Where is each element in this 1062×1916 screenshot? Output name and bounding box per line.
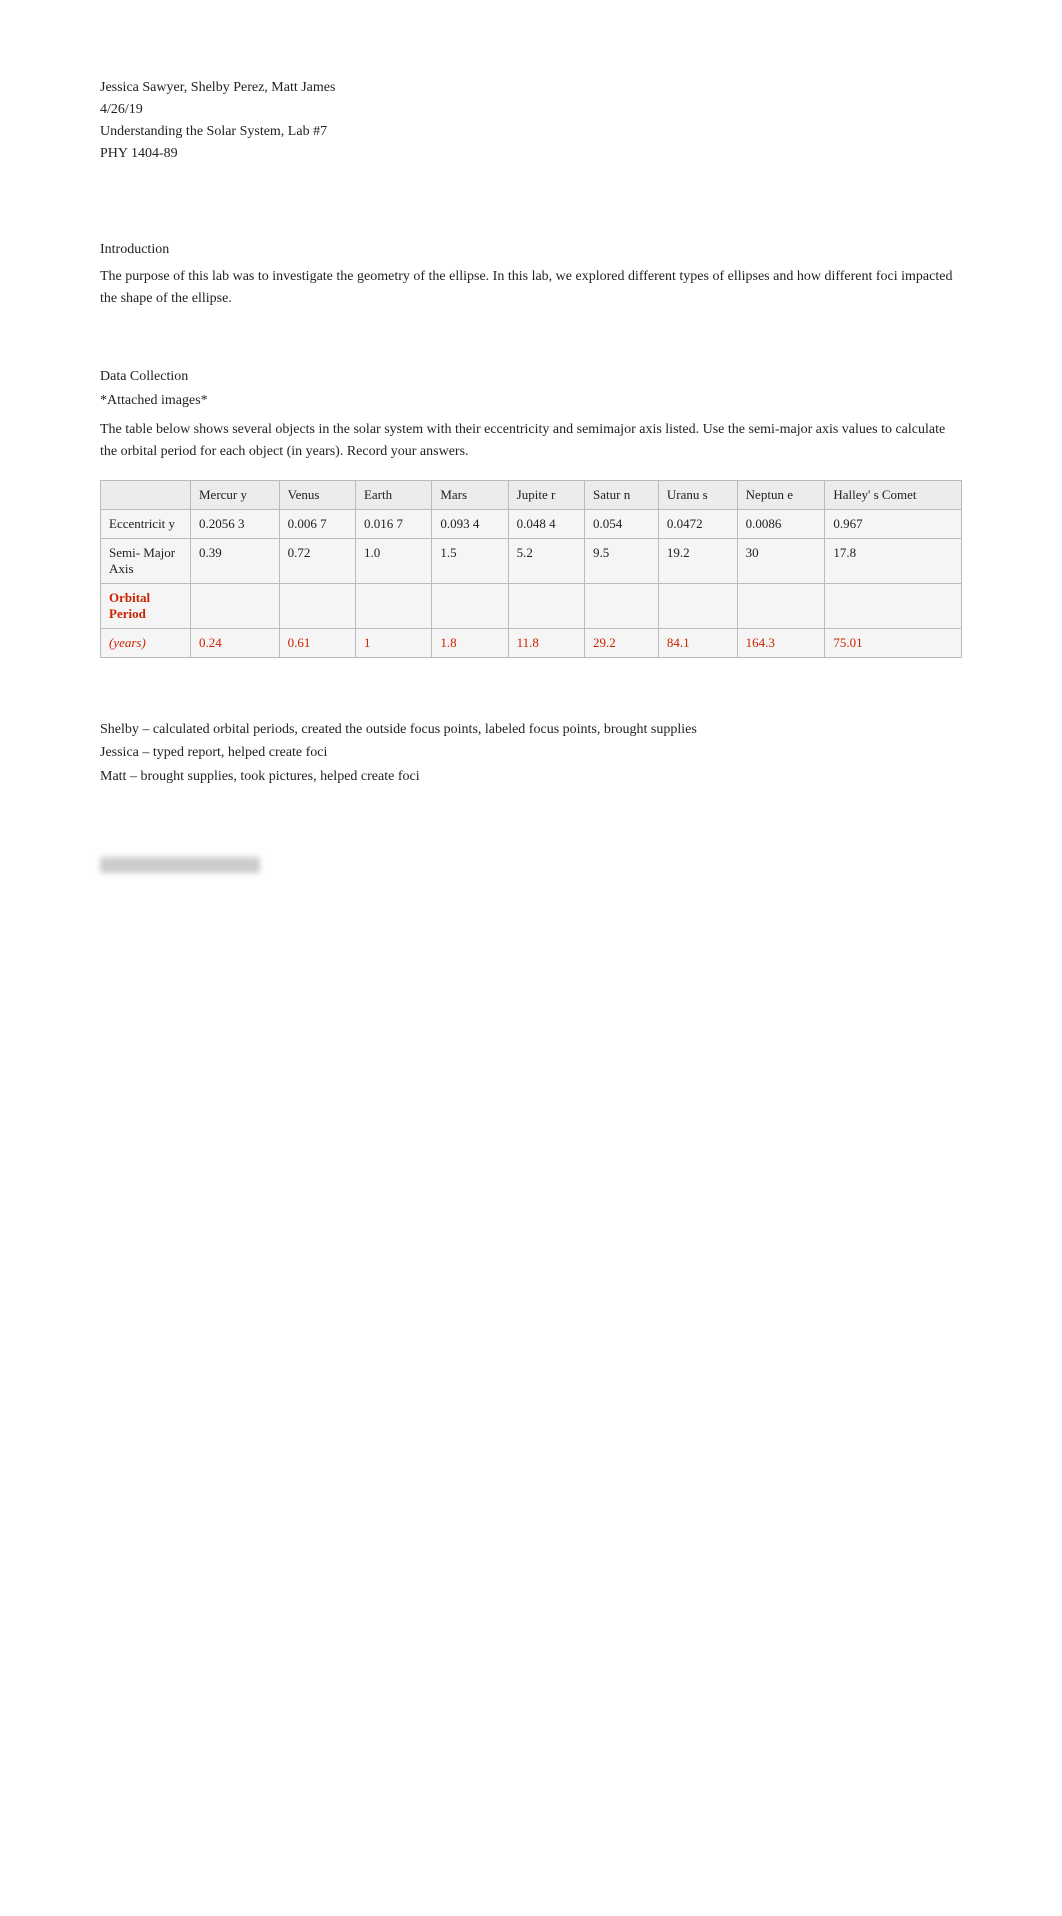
eccentricity-label: Eccentricit y [101,509,191,538]
orbital-period-label: Orbital Period [101,583,191,628]
years-saturn: 29.2 [585,628,659,657]
date-line: 4/26/19 [100,102,962,118]
semi-major-uranus: 19.2 [658,538,737,583]
eccentricity-uranus: 0.0472 [658,509,737,538]
col-header-label [101,480,191,509]
attached-images: *Attached images* [100,393,962,409]
introduction-body: The purpose of this lab was to investiga… [100,266,962,311]
semi-major-label: Semi- Major Axis [101,538,191,583]
course-line: PHY 1404-89 [100,146,962,162]
col-header-saturn: Satur n [585,480,659,509]
years-mercury: 0.24 [191,628,280,657]
col-header-mars: Mars [432,480,508,509]
semi-major-neptune: 30 [737,538,825,583]
col-header-venus: Venus [279,480,355,509]
semi-major-mars: 1.5 [432,538,508,583]
eccentricity-venus: 0.006 7 [279,509,355,538]
years-earth: 1 [355,628,431,657]
shelby-contribution: Shelby – calculated orbital periods, cre… [100,718,962,742]
orbital-venus [279,583,355,628]
col-header-halley: Halley' s Comet [825,480,962,509]
semi-major-earth: 1.0 [355,538,431,583]
data-collection-title: Data Collection [100,369,962,385]
years-label: (years) [101,628,191,657]
col-header-mercury: Mercur y [191,480,280,509]
eccentricity-earth: 0.016 7 [355,509,431,538]
years-row: (years) 0.24 0.61 1 1.8 11.8 29.2 84.1 1… [101,628,962,657]
jessica-contribution: Jessica – typed report, helped create fo… [100,741,962,765]
data-table-wrapper: Mercur y Venus Earth Mars Jupite r Satur… [100,480,962,658]
orbital-mars [432,583,508,628]
semi-major-venus: 0.72 [279,538,355,583]
orbital-saturn [585,583,659,628]
introduction-title: Introduction [100,242,962,258]
header-block: Jessica Sawyer, Shelby Perez, Matt James… [100,80,962,162]
orbital-earth [355,583,431,628]
eccentricity-saturn: 0.054 [585,509,659,538]
orbital-uranus [658,583,737,628]
years-halley: 75.01 [825,628,962,657]
lab-title-line: Understanding the Solar System, Lab #7 [100,124,962,140]
orbital-jupiter [508,583,584,628]
semi-major-jupiter: 5.2 [508,538,584,583]
eccentricity-jupiter: 0.048 4 [508,509,584,538]
semi-major-row: Semi- Major Axis 0.39 0.72 1.0 1.5 5.2 9… [101,538,962,583]
solar-system-table: Mercur y Venus Earth Mars Jupite r Satur… [100,480,962,658]
eccentricity-neptune: 0.0086 [737,509,825,538]
semi-major-saturn: 9.5 [585,538,659,583]
eccentricity-mercury: 0.2056 3 [191,509,280,538]
semi-major-halley: 17.8 [825,538,962,583]
eccentricity-row: Eccentricit y 0.2056 3 0.006 7 0.016 7 0… [101,509,962,538]
orbital-period-row: Orbital Period [101,583,962,628]
years-mars: 1.8 [432,628,508,657]
col-header-uranus: Uranu s [658,480,737,509]
orbital-neptune [737,583,825,628]
col-header-earth: Earth [355,480,431,509]
contributions-section: Shelby – calculated orbital periods, cre… [100,718,962,789]
years-neptune: 164.3 [737,628,825,657]
years-venus: 0.61 [279,628,355,657]
years-uranus: 84.1 [658,628,737,657]
redacted-text-block [100,829,962,874]
authors-line: Jessica Sawyer, Shelby Perez, Matt James [100,80,962,96]
years-jupiter: 11.8 [508,628,584,657]
table-header-row: Mercur y Venus Earth Mars Jupite r Satur… [101,480,962,509]
eccentricity-mars: 0.093 4 [432,509,508,538]
col-header-neptune: Neptun e [737,480,825,509]
orbital-halley [825,583,962,628]
semi-major-mercury: 0.39 [191,538,280,583]
eccentricity-halley: 0.967 [825,509,962,538]
col-header-jupiter: Jupite r [508,480,584,509]
redacted-text [100,857,260,873]
orbital-mercury [191,583,280,628]
matt-contribution: Matt – brought supplies, took pictures, … [100,765,962,789]
table-description: The table below shows several objects in… [100,419,962,464]
